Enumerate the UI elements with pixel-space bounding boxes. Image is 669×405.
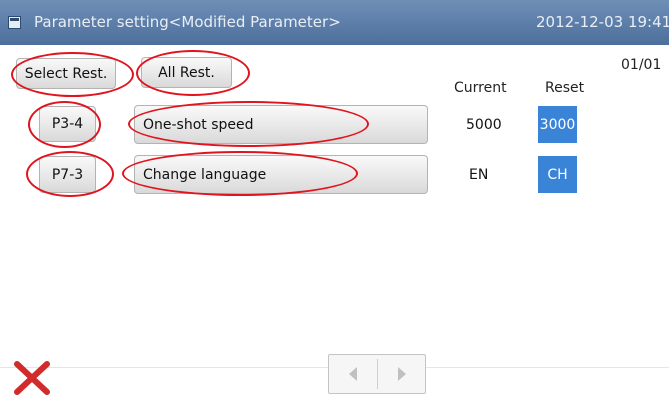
param-reset-value[interactable]: CH <box>538 156 577 193</box>
window-icon <box>8 16 21 29</box>
column-header-current: Current <box>454 80 507 96</box>
param-reset-value[interactable]: 3000 <box>538 106 577 143</box>
next-page-button[interactable] <box>378 355 426 393</box>
window-title: Parameter setting<Modified Parameter> <box>34 13 341 31</box>
prev-page-button[interactable] <box>329 355 377 393</box>
close-icon[interactable] <box>13 358 51 398</box>
param-code-button[interactable]: P3-4 <box>39 106 96 142</box>
param-current-value: 5000 <box>466 117 502 133</box>
arrow-left-icon <box>349 367 357 381</box>
param-code-button[interactable]: P7-3 <box>39 156 96 193</box>
all-reset-button[interactable]: All Rest. <box>141 57 232 88</box>
param-name-button[interactable]: One-shot speed <box>134 105 428 144</box>
title-bar: Parameter setting<Modified Parameter> 20… <box>0 0 669 45</box>
param-current-value: EN <box>469 167 489 183</box>
page-navigation <box>328 354 426 394</box>
datetime: 2012-12-03 19:41 <box>536 13 669 31</box>
select-reset-button[interactable]: Select Rest. <box>16 58 116 89</box>
arrow-right-icon <box>398 367 406 381</box>
column-header-reset: Reset <box>545 80 585 96</box>
param-name-button[interactable]: Change language <box>134 155 428 194</box>
page-indicator: 01/01 <box>621 57 662 73</box>
